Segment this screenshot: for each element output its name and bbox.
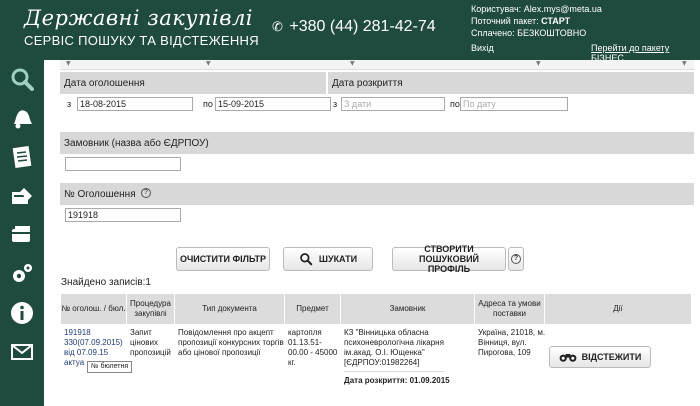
records-found: Знайдено записів:1 — [61, 277, 151, 288]
sidebar — [0, 60, 44, 406]
create-profile-button[interactable]: СТВОРИТИ ПОШУКОВИЙ ПРОФІЛЬ — [392, 244, 506, 274]
help-icon: ? — [511, 254, 521, 264]
announce-to-input[interactable]: 15-09-2015 — [215, 97, 331, 111]
search-button-label: ШУКАТИ — [318, 254, 358, 264]
phone-text: +380 (44) 281-42-74 — [289, 18, 436, 35]
column-header: Тип документа — [175, 294, 285, 324]
wallet-icon[interactable] — [9, 222, 35, 248]
results-table-header: № оголош. / бюл. Процедура закупівлі Тип… — [61, 294, 691, 324]
track-button-label: ВІДСТЕЖИТИ — [581, 352, 642, 362]
customer-input[interactable] — [65, 157, 181, 171]
site-title[interactable]: Державні закупівлі — [24, 6, 253, 30]
paid-value: БЕЗКОШТОВНО — [517, 28, 587, 38]
binoculars-icon — [559, 354, 577, 362]
column-header: Процедура закупівлі — [127, 294, 175, 324]
track-button[interactable]: ВІДСТЕЖИТИ — [549, 346, 651, 368]
opening-date-cell: Дата розкриття: 01.09.2015 — [344, 376, 450, 385]
chevron-down-icon[interactable]: ▼ — [536, 60, 542, 68]
procedure-cell: Запит цінових пропозицій — [130, 328, 171, 357]
column-header: Дії — [613, 304, 623, 313]
create-profile-help-button[interactable]: ? — [508, 247, 524, 271]
opening-to-input[interactable]: По дату — [460, 97, 568, 111]
announce-number-header: № Оголошення — [60, 183, 694, 205]
announce-number-label: № Оголошення — [64, 189, 136, 200]
edit-cards-icon[interactable] — [9, 183, 35, 209]
customer-header: Замовник (назва або ЄДРПОУ) — [60, 132, 694, 154]
opening-from-input[interactable]: З дати — [341, 97, 445, 111]
address-cell: Україна, 21018, м. Вінниця, вул. Пирогов… — [478, 328, 546, 357]
phone-icon: ✆ — [272, 19, 283, 34]
help-icon[interactable]: ? — [141, 188, 151, 198]
user-email: Alex.mys@meta.ua — [523, 4, 602, 14]
bulletin-number[interactable]: 330(07.09.2015) — [64, 338, 128, 348]
search-icon — [300, 253, 313, 266]
announce-date-header: Дата оголошення — [60, 72, 326, 94]
chevron-down-icon[interactable]: ▼ — [350, 60, 356, 68]
column-header: Замовник — [341, 294, 475, 324]
user-label: Користувач: — [471, 4, 522, 14]
from-label: з — [333, 99, 338, 109]
bell-icon[interactable] — [9, 105, 35, 131]
subject-cell: картопля 01.13.51-00.00 - 45000 кг. — [288, 328, 338, 367]
announcement-id[interactable]: 191918 — [64, 328, 128, 338]
top-filter-strip: ▼ ▼ ▼ ▼ ▼ — [60, 60, 694, 70]
account-info: Користувач: Alex.mys@meta.ua Поточний па… — [471, 3, 602, 39]
column-header: Адреса та умови поставки — [475, 294, 545, 324]
paid-label: Сплачено: — [471, 28, 515, 38]
document-list-icon[interactable] — [9, 144, 35, 170]
gears-icon[interactable] — [9, 261, 35, 287]
opening-date-header: Дата розкриття — [328, 72, 694, 94]
site-subtitle: СЕРВІС ПОШУКУ ТА ВІДСТЕЖЕННЯ — [24, 33, 259, 48]
doc-type-cell: Повідомлення про акцепт пропозиції конку… — [178, 328, 284, 357]
customer-cell: КЗ "Вінницька обласна психоневрологічна … — [344, 328, 444, 367]
chevron-down-icon[interactable]: ▼ — [206, 60, 212, 68]
from-label: з — [67, 99, 72, 109]
clear-filter-button[interactable]: ОЧИСТИТИ ФІЛЬТР — [176, 247, 270, 271]
logout-link[interactable]: Вихід — [471, 43, 494, 53]
info-icon[interactable] — [9, 300, 35, 326]
chevron-down-icon[interactable]: ▼ — [66, 60, 72, 68]
column-header: Предмет — [285, 294, 341, 324]
chevron-down-icon[interactable]: ▼ — [682, 60, 688, 68]
announce-number-input[interactable]: 191918 — [65, 208, 181, 222]
package-label: Поточний пакет: — [471, 16, 539, 26]
search-button[interactable]: ШУКАТИ — [283, 247, 373, 271]
announce-from-input[interactable]: 18-08-2015 — [77, 97, 193, 111]
announcement-date: від 07.09.15 — [64, 348, 109, 357]
to-label: по — [203, 99, 213, 109]
phone-number: ✆ +380 (44) 281-42-74 — [272, 18, 436, 36]
header: Державні закупівлі СЕРВІС ПОШУКУ ТА ВІДС… — [0, 0, 700, 63]
main-content: ▼ ▼ ▼ ▼ ▼ Дата оголошення Дата розкриття… — [44, 60, 700, 406]
divider — [344, 371, 444, 372]
mail-icon[interactable] — [9, 339, 35, 365]
package-value: СТАРТ — [541, 16, 571, 26]
column-header: № оголош. / бюл. — [61, 294, 127, 324]
bulletin-tooltip: № бюлетня — [87, 361, 133, 373]
to-label: по — [450, 99, 460, 109]
search-icon[interactable] — [9, 66, 35, 92]
